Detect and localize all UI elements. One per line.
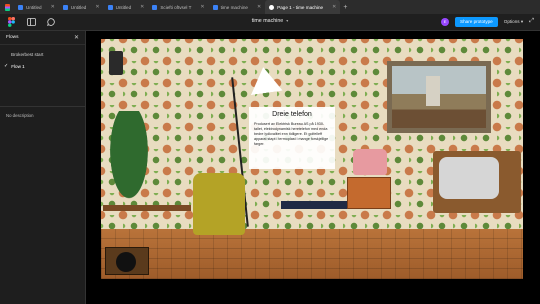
painting-image[interactable] (387, 61, 491, 133)
info-body: Produsert av Elektrisk Bureau AS på 1930… (254, 122, 329, 146)
file-icon (62, 4, 68, 10)
file-tab[interactable]: time machine ✕ (209, 0, 266, 14)
prototype-frame[interactable]: Dreie telefon Produsert av Elektrisk Bur… (101, 39, 523, 279)
close-tab-icon[interactable]: ✕ (51, 4, 55, 10)
file-tab[interactable]: Untitled ✕ (14, 0, 59, 14)
rotary-phone-image[interactable] (353, 149, 387, 175)
file-tab[interactable]: Untitled ✕ (59, 0, 104, 14)
prototype-play-icon (269, 4, 275, 10)
record-player-image[interactable] (105, 247, 149, 275)
figma-logo-icon (4, 3, 10, 11)
phone-table-image (347, 177, 391, 209)
file-icon (107, 4, 113, 10)
avatar[interactable]: E (441, 17, 450, 26)
close-tab-icon[interactable]: ✕ (257, 4, 261, 10)
side-table-image (103, 205, 191, 211)
info-card: Dreie telefon Produsert av Elektrisk Bur… (249, 107, 335, 169)
file-tab[interactable]: Untitled ✕ (104, 0, 149, 14)
tab-label: Untitled (70, 4, 87, 10)
flow-item-label: Brokerbest start (11, 51, 44, 57)
flow-item[interactable]: Brokerbest start (0, 48, 85, 60)
file-icon (152, 4, 158, 10)
prototype-canvas: Dreie telefon Produsert av Elektrisk Bur… (86, 31, 540, 304)
share-prototype-button[interactable]: Share prototype (455, 16, 498, 27)
options-label: Options (503, 18, 520, 24)
close-tab-icon[interactable]: ✕ (200, 4, 204, 10)
home-tab[interactable] (0, 0, 14, 14)
tab-label: Sciefti oftvsel T (160, 4, 192, 10)
flows-title: Flows (6, 35, 19, 40)
armchair-image[interactable] (193, 173, 245, 235)
options-menu[interactable]: Options ▾ (504, 19, 523, 25)
tv-screen (439, 157, 499, 199)
tab-label: Untitled (26, 4, 42, 10)
plant-image[interactable] (105, 111, 153, 211)
tab-label: Page 1 - time machine (277, 4, 324, 10)
close-tab-icon[interactable]: ✕ (140, 4, 144, 10)
tab-label: Untitled (115, 4, 132, 10)
flow-description: No description (6, 113, 34, 118)
speaker-icon[interactable] (109, 51, 123, 75)
close-tab-icon[interactable]: ✕ (95, 4, 99, 10)
chevron-down-icon: ▾ (286, 18, 289, 23)
flows-sidebar: Flows ✕ Brokerbest start ✓ Flow 1 No desc… (0, 31, 86, 304)
bench-image (281, 201, 349, 209)
file-tab-active[interactable]: Page 1 - time machine ✕ (265, 0, 341, 14)
new-tab-icon[interactable]: + (343, 4, 347, 11)
flows-header: Flows ✕ (0, 31, 85, 45)
expand-icon[interactable]: ⤢ (529, 18, 534, 25)
close-icon[interactable]: ✕ (74, 34, 79, 41)
chevron-down-icon: ▾ (520, 18, 524, 24)
file-icon (212, 4, 218, 10)
info-heading: Dreie telefon (272, 111, 312, 118)
file-tabbar: Untitled ✕ Untitled ✕ Untitled ✕ Sciefti of… (0, 0, 540, 14)
television-image[interactable] (433, 151, 521, 213)
check-icon: ✓ (4, 63, 9, 69)
file-tab[interactable]: Sciefti oftvsel T ✕ (148, 0, 208, 14)
flow-item-selected[interactable]: ✓ Flow 1 (0, 60, 85, 72)
divider (0, 106, 86, 107)
flow-item-label: Flow 1 (11, 63, 25, 69)
file-icon (18, 4, 23, 10)
tab-label: time machine (220, 4, 248, 10)
parquet-floor-image (101, 229, 523, 279)
prototype-toolbar: time machine ▾ E Share prototype Options … (0, 14, 540, 31)
close-tab-icon[interactable]: ✕ (332, 4, 336, 10)
